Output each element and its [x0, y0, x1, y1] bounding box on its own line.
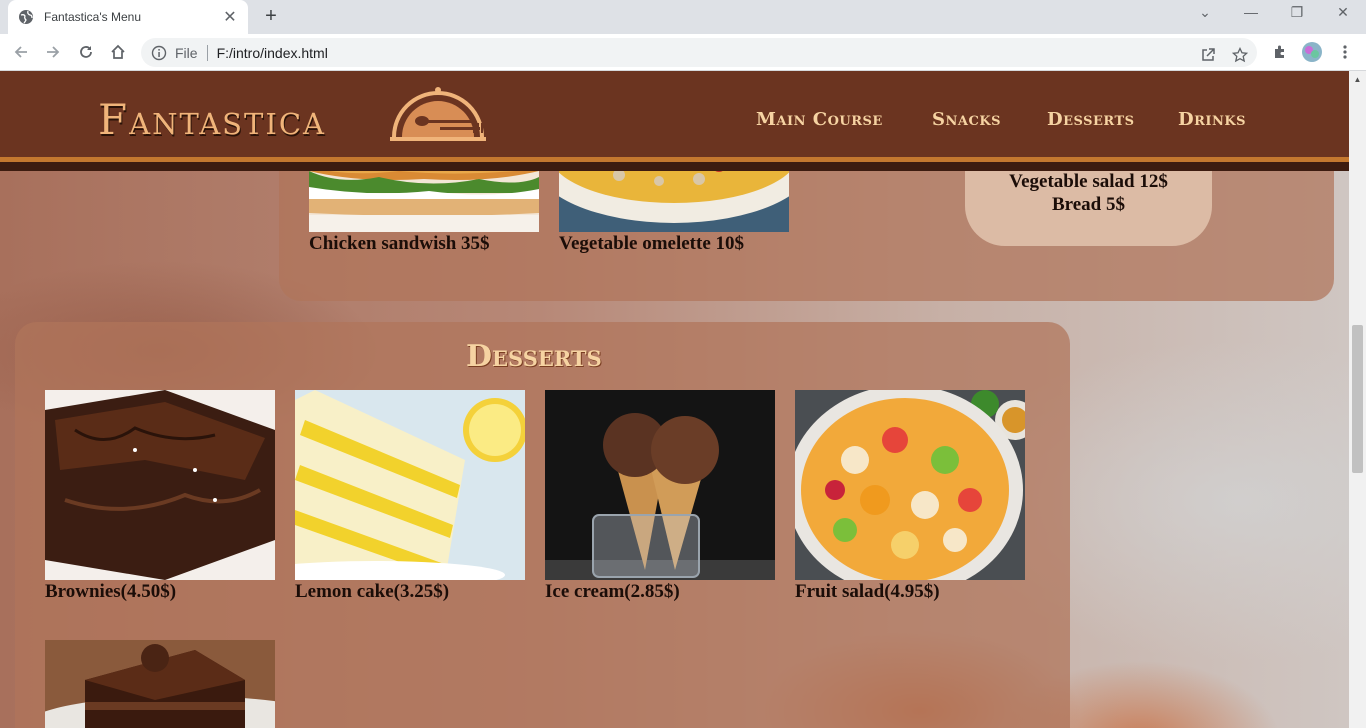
lemon-cake-caption: Lemon cake(3.25$)	[295, 581, 450, 602]
address-bar[interactable]: File F:/intro/index.html	[141, 38, 1257, 67]
browser-toolbar: File F:/intro/index.html	[0, 34, 1366, 71]
browser-tab[interactable]: Fantastica's Menu ✕	[8, 0, 248, 34]
chocolate-cake-image	[45, 640, 275, 728]
extensions-icon[interactable]	[1269, 41, 1291, 63]
ice-cream-image	[545, 390, 775, 580]
info-icon[interactable]	[151, 45, 167, 61]
brownies-image	[45, 390, 275, 580]
side-dish-item: Vegetable salad 12$	[1009, 171, 1168, 192]
scroll-up-arrow-icon[interactable]: ▲	[1349, 74, 1366, 86]
globe-icon	[18, 9, 34, 25]
forward-arrow-icon[interactable]	[42, 41, 64, 63]
close-window-button[interactable]: ✕	[1331, 4, 1355, 21]
cloche-logo-icon	[388, 85, 488, 147]
fruit-salad-caption: Fruit salad(4.95$)	[795, 581, 940, 602]
fruit-salad-image	[795, 390, 1025, 580]
restore-button[interactable]: ❐	[1285, 4, 1309, 21]
nav-main-course[interactable]: Main Course	[756, 109, 883, 130]
address-separator	[206, 44, 208, 61]
chicken-sandwich-caption: Chicken sandwish 35$	[309, 233, 490, 254]
share-icon[interactable]	[1198, 45, 1218, 65]
vegetable-omelette-caption: Vegetable omelette 10$	[559, 233, 745, 254]
desserts-section-title: Desserts	[466, 339, 602, 374]
back-arrow-icon[interactable]	[10, 41, 32, 63]
nav-drinks[interactable]: Drinks	[1178, 109, 1246, 130]
tab-title: Fantastica's Menu	[44, 10, 142, 24]
browser-tab-strip: Fantastica's Menu ✕ + ⌄ — ❐ ✕	[0, 0, 1366, 34]
scrollbar-thumb[interactable]	[1352, 325, 1363, 473]
lemon-cake-image	[295, 390, 525, 580]
reload-icon[interactable]	[75, 41, 97, 63]
address-url[interactable]: F:/intro/index.html	[217, 45, 328, 61]
side-dish-item: Bread 5$	[1051, 194, 1125, 215]
browser-menu-icon[interactable]	[1334, 41, 1356, 63]
tab-search-icon[interactable]: ⌄	[1193, 4, 1217, 21]
nav-snacks[interactable]: Snacks	[932, 109, 1001, 130]
site-header: Fantastica Main Course Snacks Desserts D…	[0, 71, 1349, 171]
home-icon[interactable]	[107, 41, 129, 63]
brownies-caption: Brownies(4.50$)	[45, 581, 177, 602]
bookmark-star-icon[interactable]	[1230, 45, 1250, 65]
site-logo[interactable]: Fantastica	[98, 95, 326, 144]
new-tab-button[interactable]: +	[260, 6, 282, 28]
nav-desserts[interactable]: Desserts	[1047, 109, 1135, 130]
page-viewport: Chicken sandwish 35$ Vegetable omelette …	[0, 71, 1349, 728]
address-scheme: File	[175, 44, 198, 61]
page-scrollbar[interactable]: ▲	[1349, 71, 1366, 728]
tab-close-icon[interactable]: ✕	[222, 7, 238, 27]
ice-cream-caption: Ice cream(2.85$)	[545, 581, 680, 602]
profile-avatar[interactable]	[1301, 41, 1323, 63]
minimize-button[interactable]: —	[1239, 4, 1263, 20]
